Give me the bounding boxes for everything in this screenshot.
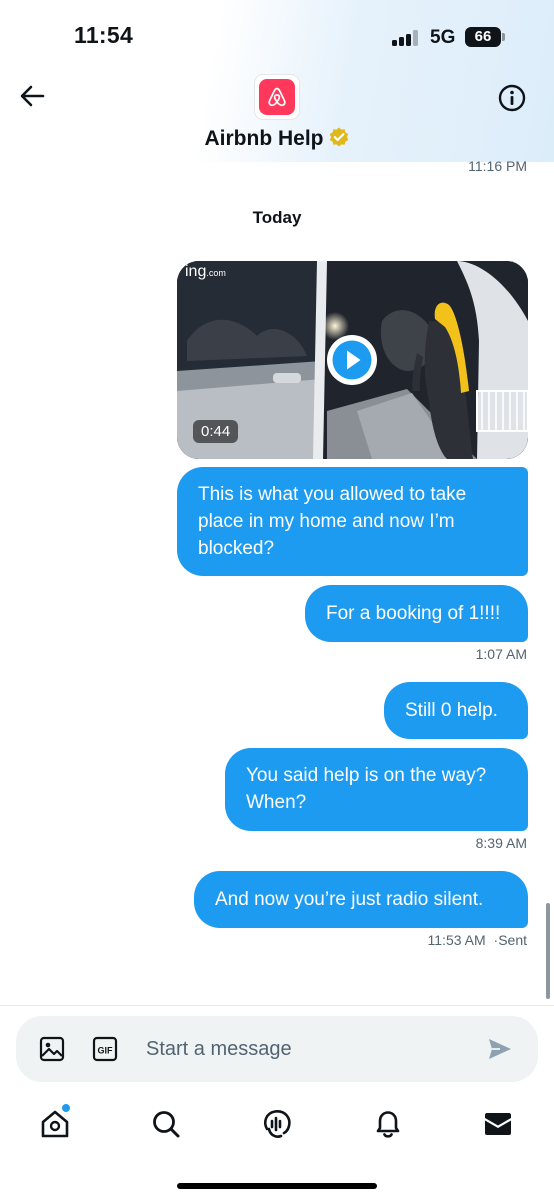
search-icon (153, 1111, 180, 1138)
composer-divider (0, 1005, 554, 1006)
message-meta: 11:53 AM ·Sent (428, 932, 527, 948)
info-button[interactable] (496, 82, 528, 114)
gif-icon: GIF (92, 1036, 118, 1062)
verified-badge-icon (328, 126, 350, 154)
send-icon (489, 1039, 511, 1059)
message-text: For a booking of 1!!!! (326, 603, 501, 624)
video-watermark: ing.com (185, 263, 226, 281)
home-indicator (177, 1183, 377, 1189)
message-text: This is what you allowed to take place i… (198, 484, 467, 559)
message-text: Still 0 help. (405, 700, 498, 721)
bell-icon (376, 1111, 400, 1138)
contact-avatar[interactable] (254, 74, 300, 120)
tab-home[interactable] (38, 1107, 72, 1141)
video-message[interactable]: ing.com 0:44 (177, 261, 528, 459)
spaces-icon (263, 1110, 291, 1138)
message-composer: GIF (16, 1016, 538, 1082)
video-duration: 0:44 (193, 420, 239, 443)
status-bar: 11:54 5G 66 (0, 0, 554, 72)
message-bubble[interactable]: You said help is on the way? When? (225, 748, 528, 831)
cellular-signal-icon (392, 30, 422, 46)
tab-spaces[interactable] (260, 1107, 294, 1141)
contact-name-row[interactable]: Airbnb Help (0, 126, 554, 154)
airbnb-logo-icon (259, 79, 295, 115)
message-timestamp: 11:53 AM (427, 932, 486, 948)
mail-icon (485, 1113, 511, 1135)
day-separator: Today (252, 208, 302, 227)
message-bubble[interactable]: This is what you allowed to take place i… (177, 467, 528, 576)
message-bubble[interactable]: Still 0 help. (384, 682, 528, 739)
status-time: 11:54 (74, 22, 134, 48)
info-icon (498, 84, 526, 112)
message-timestamp: 1:07 AM (475, 646, 527, 662)
arrow-left-icon (20, 85, 45, 107)
message-bubble[interactable]: And now you’re just radio silent. (194, 871, 528, 928)
send-button[interactable] (486, 1036, 514, 1062)
add-media-button[interactable] (38, 1035, 66, 1063)
message-timestamp: 8:39 AM (475, 835, 527, 851)
tab-search[interactable] (149, 1107, 183, 1141)
message-text: You said help is on the way? When? (246, 765, 487, 813)
message-bubble[interactable]: For a booking of 1!!!! (305, 585, 528, 642)
battery-icon: 66 (465, 27, 501, 47)
contact-name: Airbnb Help (204, 127, 324, 150)
home-icon (41, 1110, 69, 1138)
notification-dot (62, 1104, 70, 1112)
scrollbar[interactable] (546, 903, 550, 999)
tab-messages[interactable] (481, 1107, 515, 1141)
gif-label: GIF (98, 1046, 114, 1056)
previous-timestamp: 11:16 PM (468, 158, 527, 172)
tab-notifications[interactable] (371, 1107, 405, 1141)
add-gif-button[interactable]: GIF (92, 1036, 118, 1062)
watermark-suffix: .com (206, 268, 226, 278)
message-text: And now you’re just radio silent. (215, 889, 484, 910)
battery-cap (502, 33, 505, 41)
back-button[interactable] (16, 80, 48, 112)
watermark-text: ing (185, 263, 207, 280)
image-icon (39, 1036, 65, 1062)
message-input[interactable] (146, 1033, 466, 1065)
network-type: 5G (430, 27, 456, 48)
message-status: ·Sent (493, 932, 527, 948)
play-icon (332, 340, 372, 380)
play-button[interactable] (327, 335, 377, 385)
